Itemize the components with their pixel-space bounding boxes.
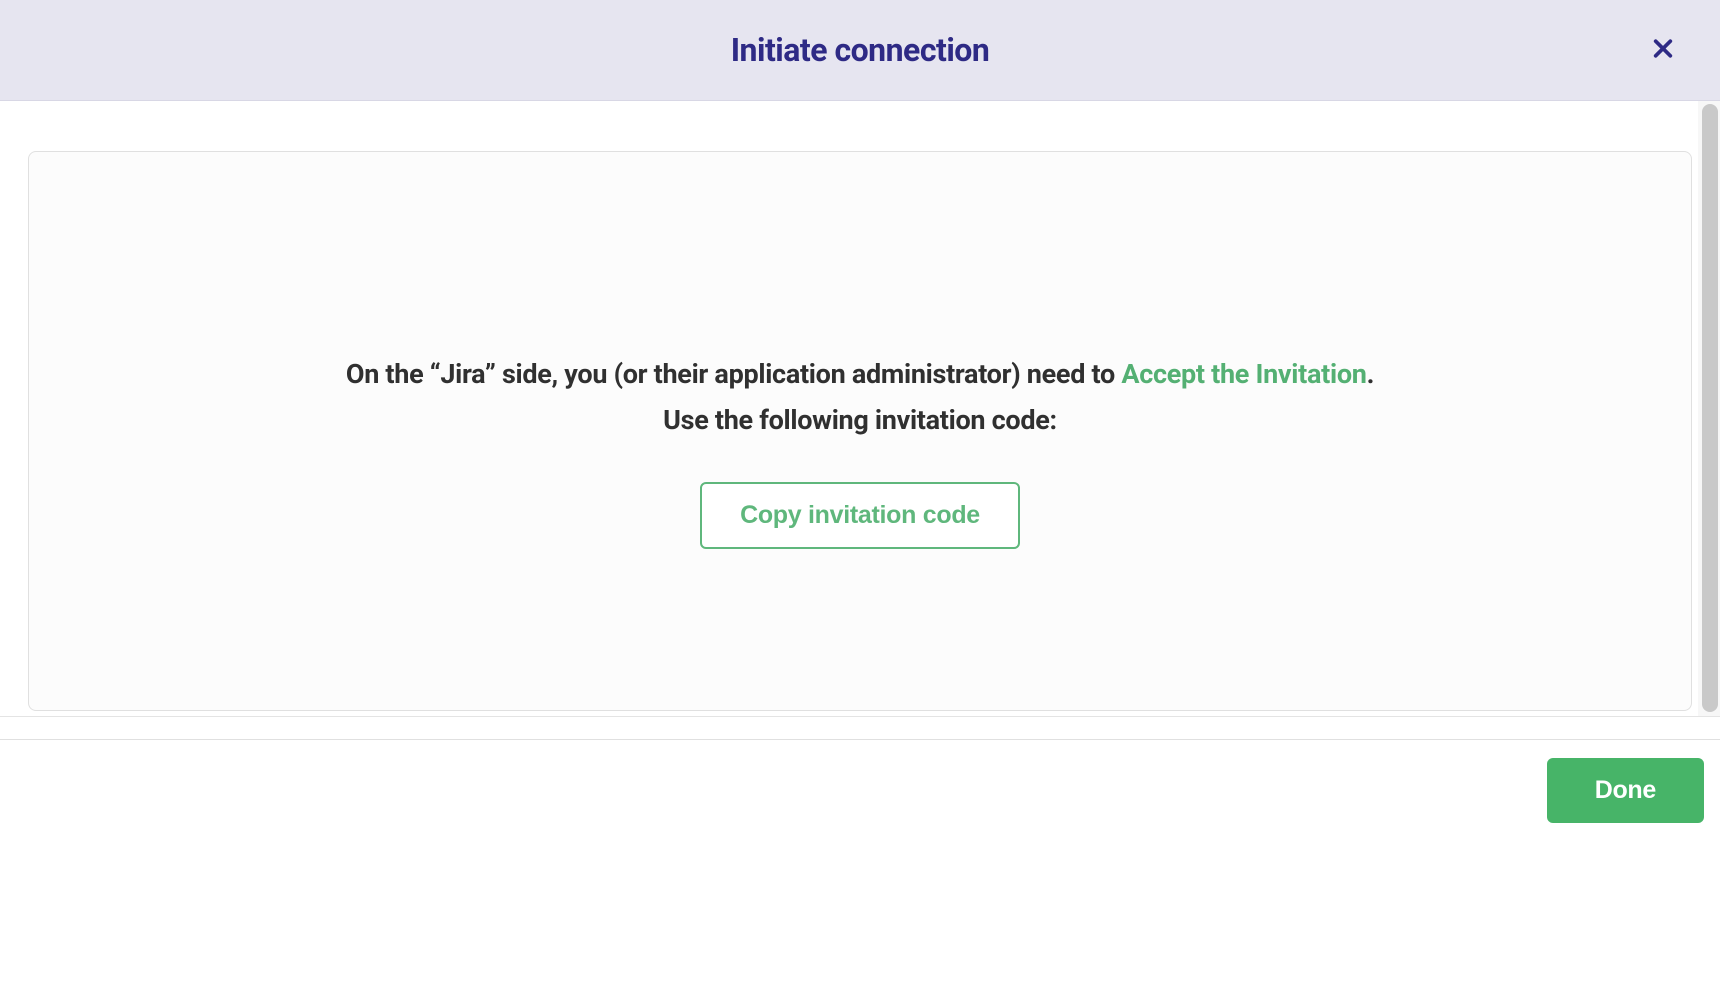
instruction-text: On the “Jira” side, you (or their applic…	[89, 352, 1631, 398]
instruction-suffix: .	[1367, 358, 1375, 390]
done-button[interactable]: Done	[1547, 758, 1704, 823]
modal-title: Initiate connection	[731, 31, 990, 69]
modal-divider	[0, 716, 1720, 740]
instruction-prefix: On the “Jira” side, you (or their applic…	[346, 358, 1121, 390]
modal-header: Initiate connection	[0, 0, 1720, 101]
copy-invitation-code-button[interactable]: Copy invitation code	[700, 482, 1020, 549]
close-button[interactable]	[1644, 30, 1682, 71]
modal-footer: Done	[0, 740, 1720, 841]
modal-body: On the “Jira” side, you (or their applic…	[0, 101, 1720, 716]
scrollbar-thumb[interactable]	[1702, 104, 1718, 712]
content-card: On the “Jira” side, you (or their applic…	[28, 151, 1692, 711]
accept-invitation-link[interactable]: Accept the Invitation	[1121, 358, 1366, 390]
close-icon	[1652, 38, 1674, 63]
secondary-instruction: Use the following invitation code:	[89, 404, 1631, 436]
